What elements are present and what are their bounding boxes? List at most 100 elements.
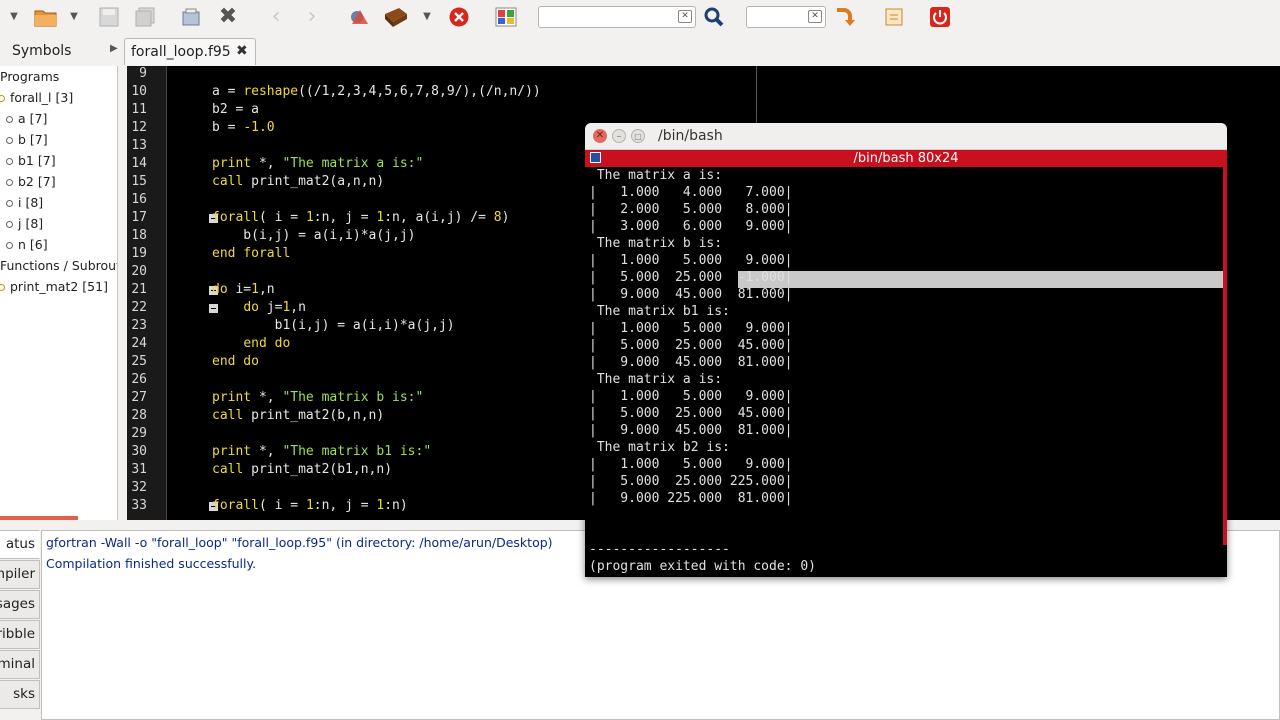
symbol-item[interactable]: b2 [7] (6, 174, 56, 189)
color-chooser-icon[interactable] (492, 4, 520, 30)
symbol-label: b1 [7] (18, 153, 56, 168)
tab-compiler[interactable]: mpiler (0, 560, 40, 589)
search-input[interactable]: ✕ (538, 6, 696, 28)
code-token: reshape (243, 84, 299, 99)
compiler-status-line[interactable]: Compilation finished successfully. (46, 556, 256, 571)
symbol-item[interactable]: b1 [7] (6, 153, 56, 168)
symbol-item[interactable]: a [7] (6, 111, 47, 126)
line-number: 33 (131, 498, 147, 513)
line-number: 18 (131, 228, 147, 243)
terminal-line: The matrix b1 is: (589, 304, 730, 319)
symbol-label: n [6] (18, 237, 48, 252)
terminal-line: | 1.000 4.000 7.000| (589, 185, 793, 200)
tab-terminal[interactable]: minal (0, 650, 40, 679)
forward-icon[interactable]: › (300, 4, 324, 30)
terminal-line: | 9.000 45.000 81.000| (589, 287, 793, 302)
save-all-icon[interactable] (132, 4, 158, 30)
tab-tasks[interactable]: sks (0, 680, 40, 709)
terminal-titlebar[interactable]: ✕ – □ /bin/bash (585, 123, 1227, 150)
symbols-tab[interactable]: Symbols ▶ (0, 38, 124, 64)
code-token: forall (212, 210, 259, 225)
symbol-item[interactable]: i [8] (6, 195, 43, 210)
symbol-item[interactable]: b [7] (6, 132, 48, 147)
symbol-label: b [7] (18, 132, 48, 147)
code-token: :n) (384, 498, 408, 513)
preferences-icon[interactable] (880, 4, 908, 30)
code-token: ( i = (258, 498, 306, 513)
code-line: call print_mat2(a,n,n) (212, 174, 384, 189)
back-icon[interactable]: ‹ (264, 4, 288, 30)
code-line: do j=1,n (212, 300, 306, 315)
code-token: i= (227, 282, 252, 297)
line-number: 25 (131, 354, 147, 369)
terminal-line: | 9.000 45.000 81.000| (589, 423, 793, 438)
save-icon[interactable] (96, 4, 122, 30)
programs-header[interactable]: Programs (0, 69, 59, 84)
terminal-line: | 5.000 25.000 45.000| (589, 406, 793, 421)
open-file-icon[interactable] (32, 4, 60, 30)
code-line: forall( i = 1:n, j = 1:n) (212, 498, 408, 513)
line-number: 28 (131, 408, 147, 423)
line-number: 19 (131, 246, 147, 261)
symbol-item[interactable]: n [6] (6, 237, 48, 252)
open-dropdown-arrow-icon[interactable]: ▼ (64, 4, 84, 30)
close-window-icon[interactable]: ✕ (593, 129, 607, 143)
code-line: print *, "The matrix b1 is:" (212, 444, 431, 459)
tab-label: mpiler (0, 566, 35, 582)
tab-label: ribble (0, 626, 35, 642)
terminal-line: | 1.000 5.000 9.000| (589, 321, 793, 336)
build-dropdown-arrow-icon[interactable]: ▼ (420, 4, 434, 30)
text-selection (738, 271, 1223, 288)
terminal-line-selected: | 5.000 25.000 -1.000| (589, 270, 793, 285)
code-line: call print_mat2(b,n,n) (212, 408, 384, 423)
quit-icon[interactable] (926, 4, 954, 30)
editor-tab[interactable]: forall_loop.f95 ✖ (124, 38, 256, 65)
symbol-label: a [7] (18, 111, 48, 126)
revert-icon[interactable] (178, 4, 204, 30)
code-token: print (212, 390, 252, 405)
terminal-tabbar[interactable]: /bin/bash 80x24 (585, 150, 1227, 167)
terminal-scrollbar[interactable] (1223, 167, 1227, 545)
line-number: 20 (131, 264, 147, 279)
variable-icon (6, 200, 13, 207)
build-icon[interactable] (382, 4, 410, 30)
jump-to-line-icon[interactable] (830, 4, 858, 30)
clear-search-icon[interactable]: ✕ (678, 10, 692, 23)
line-number: 31 (131, 462, 147, 477)
close-tab-icon[interactable]: ✖ (236, 43, 248, 59)
compile-icon[interactable] (346, 4, 374, 30)
terminal-line: The matrix a is: (589, 372, 723, 387)
stop-icon[interactable] (446, 4, 472, 30)
search-icon[interactable] (700, 4, 728, 30)
goto-line-input[interactable]: ✕ (746, 6, 826, 28)
minimize-window-icon[interactable]: – (612, 129, 626, 143)
code-token: :n, j = (313, 210, 377, 225)
tab-label: sks (13, 686, 35, 702)
symbol-item[interactable]: j [8] (6, 216, 43, 231)
line-number: 10 (131, 84, 147, 99)
tab-messages[interactable]: ssages (0, 590, 40, 619)
code-token: "The matrix a is:" (282, 156, 424, 171)
program-item[interactable]: forall_l [3] (0, 90, 73, 105)
fold-margin (167, 66, 218, 520)
functions-header[interactable]: Functions / Subrout (0, 258, 117, 273)
sidebar-next-tab-icon[interactable]: ▶ (110, 43, 118, 54)
line-number: 11 (131, 102, 147, 117)
maximize-window-icon[interactable]: □ (631, 129, 645, 143)
compiler-command-line[interactable]: gfortran -Wall -o "forall_loop" "forall_… (46, 535, 553, 550)
function-item[interactable]: print_mat2 [51] (0, 279, 108, 294)
code-token: call (212, 174, 244, 189)
code-line: b1(i,j) = a(i,i)*a(j,j) (212, 318, 455, 333)
symbol-label: b2 [7] (18, 174, 56, 189)
tab-scribble[interactable]: ribble (0, 620, 40, 649)
clear-goto-icon[interactable]: ✕ (808, 10, 822, 23)
line-number: 26 (131, 372, 147, 387)
terminal-window[interactable]: ✕ – □ /bin/bash /bin/bash 80x24 The matr… (585, 123, 1227, 577)
close-file-icon[interactable]: ✖ (216, 4, 240, 30)
tab-status[interactable]: atus (0, 530, 40, 559)
line-number: 9 (139, 66, 147, 81)
new-dropdown-arrow-icon[interactable]: ▼ (4, 4, 24, 30)
terminal-output[interactable]: The matrix a is: | 1.000 4.000 7.000| | … (585, 167, 1227, 577)
function-icon (0, 284, 5, 291)
symbol-label: j [8] (18, 216, 44, 231)
